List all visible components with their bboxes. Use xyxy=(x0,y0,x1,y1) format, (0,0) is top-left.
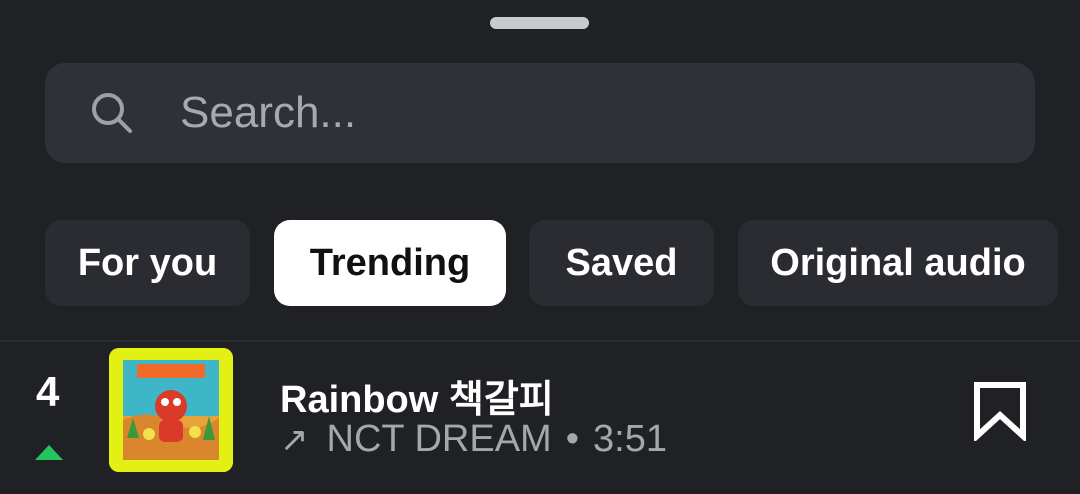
meta-separator: • xyxy=(565,418,580,460)
rank-up-icon xyxy=(35,445,63,460)
tab-trending[interactable]: Trending xyxy=(274,220,506,306)
track-title[interactable]: Rainbow 책갈피 xyxy=(280,368,554,423)
album-art[interactable] xyxy=(109,348,233,472)
tab-saved[interactable]: Saved xyxy=(529,220,714,306)
bookmark-icon[interactable] xyxy=(972,381,1028,441)
search-input[interactable] xyxy=(180,80,1000,146)
track-meta: ↗ NCT DREAM • 3:51 xyxy=(280,418,667,461)
search-icon xyxy=(92,93,132,133)
tab-original-audio[interactable]: Original audio xyxy=(738,220,1058,306)
trend-arrow-icon: ↗ xyxy=(280,420,309,459)
track-artist: NCT DREAM xyxy=(326,418,552,460)
divider xyxy=(0,340,1080,342)
track-rank: 4 xyxy=(36,368,60,415)
drag-handle[interactable] xyxy=(490,17,589,29)
tab-for-you[interactable]: For you xyxy=(45,220,250,306)
track-duration: 3:51 xyxy=(593,418,667,460)
